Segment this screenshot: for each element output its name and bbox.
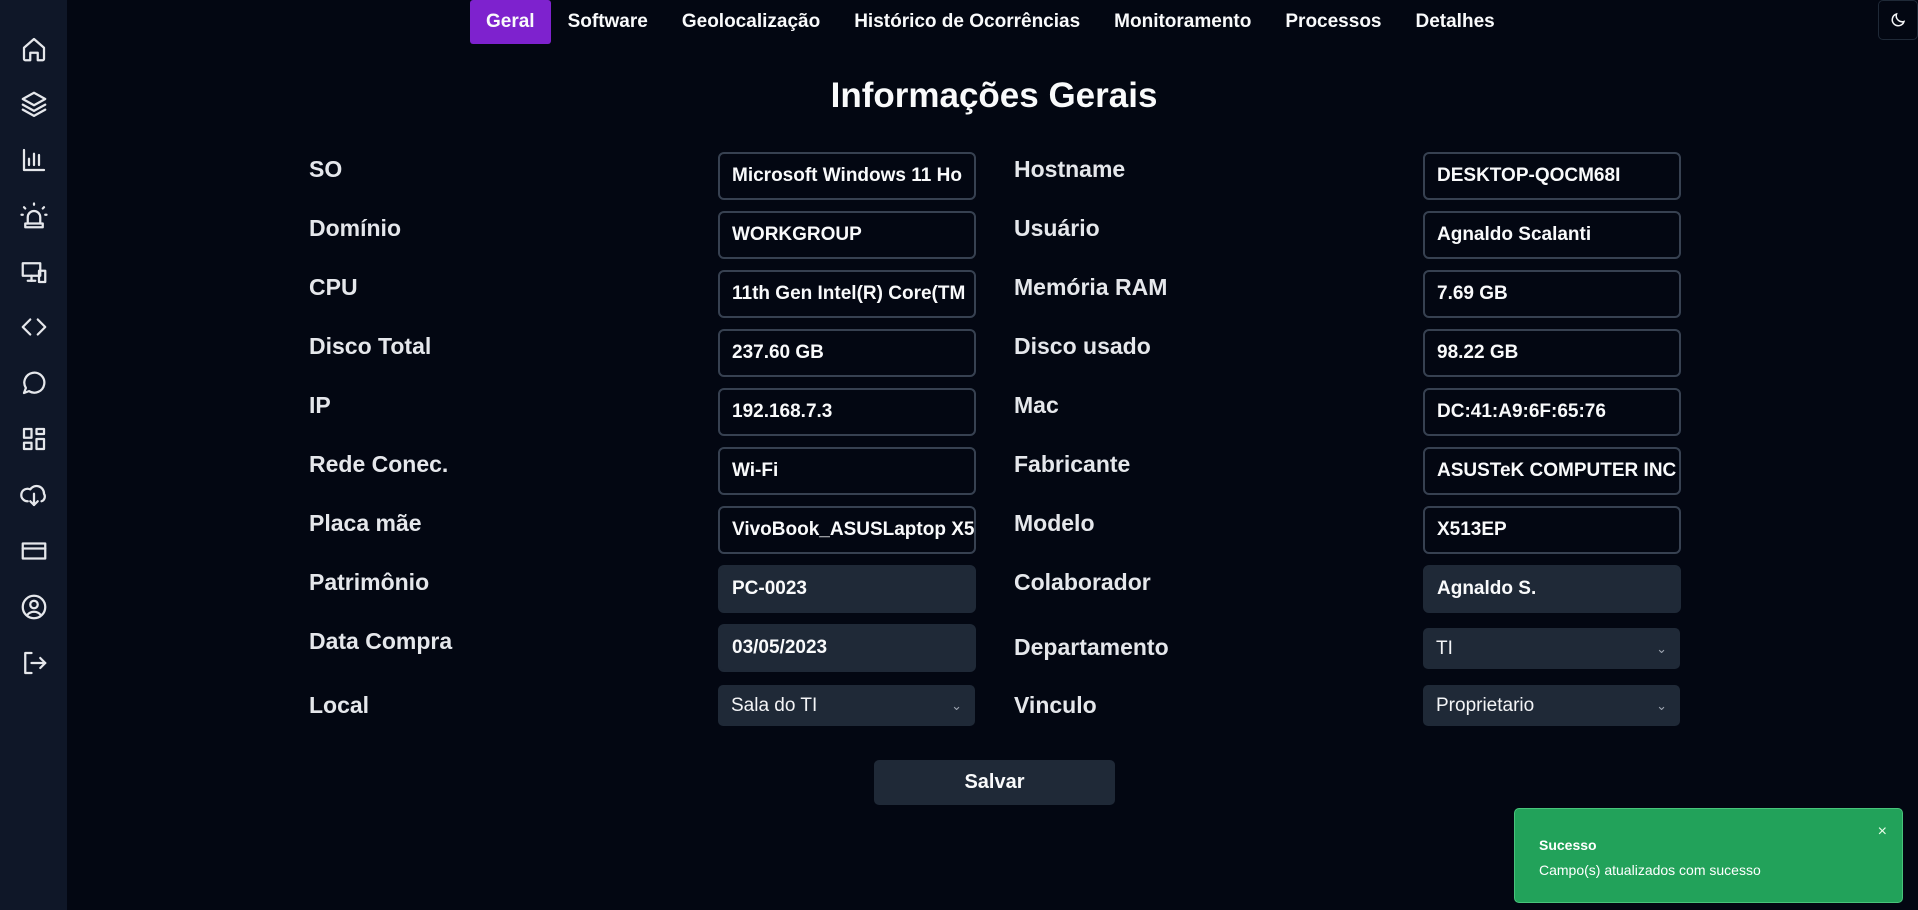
label-cpu: CPU <box>309 274 358 300</box>
vinculo-select-value: Proprietario <box>1436 694 1535 716</box>
label-so: SO <box>309 156 343 182</box>
chart-icon[interactable] <box>17 143 51 177</box>
tab-geolocalizacao[interactable]: Geolocalização <box>665 0 837 44</box>
ram-field[interactable]: 7.69 GB <box>1423 270 1681 318</box>
user-circle-icon[interactable] <box>17 590 51 624</box>
mac-field[interactable]: DC:41:A9:6F:65:76 <box>1423 388 1681 436</box>
download-cloud-icon[interactable] <box>17 478 51 512</box>
label-mac: Mac <box>1014 392 1059 418</box>
theme-toggle-button[interactable] <box>1878 0 1918 40</box>
chevron-down-icon: ⌄ <box>951 697 962 713</box>
tab-bar: Geral Software Geolocalização Histórico … <box>470 0 1512 44</box>
close-icon[interactable]: × <box>1878 823 1887 841</box>
label-local: Local <box>309 692 370 718</box>
label-placa: Placa mãe <box>309 510 422 536</box>
hostname-field[interactable]: DESKTOP-QOCM68I <box>1423 152 1681 200</box>
disco-total-field[interactable]: 237.60 GB <box>718 329 976 377</box>
local-select[interactable]: Sala do TI ⌄ <box>718 685 975 726</box>
ip-field[interactable]: 192.168.7.3 <box>718 388 976 436</box>
label-dominio: Domínio <box>309 215 401 241</box>
label-patrimonio: Patrimônio <box>309 569 430 595</box>
devices-icon[interactable] <box>17 255 51 289</box>
toast-message: Campo(s) atualizados com sucesso <box>1539 862 1761 878</box>
dominio-field[interactable]: WORKGROUP <box>718 211 976 259</box>
siren-icon[interactable] <box>17 199 51 233</box>
page-title: Informações Gerais <box>830 76 1158 115</box>
cpu-field[interactable]: 11th Gen Intel(R) Core(TM <box>718 270 976 318</box>
success-toast: Sucesso Campo(s) atualizados com sucesso… <box>1514 808 1903 903</box>
disco-usado-field[interactable]: 98.22 GB <box>1423 329 1681 377</box>
home-icon[interactable] <box>17 32 51 66</box>
credit-card-icon[interactable] <box>17 534 51 568</box>
label-ip: IP <box>309 392 331 418</box>
departamento-select[interactable]: TI ⌄ <box>1423 628 1680 669</box>
save-button[interactable]: Salvar <box>874 760 1115 805</box>
label-rede: Rede Conec. <box>309 451 449 477</box>
label-usuario: Usuário <box>1014 215 1100 241</box>
label-modelo: Modelo <box>1014 510 1095 536</box>
toast-title: Sucesso <box>1539 837 1597 853</box>
local-select-value: Sala do TI <box>731 694 818 716</box>
label-data-compra: Data Compra <box>309 628 453 654</box>
chevron-down-icon: ⌄ <box>1656 640 1667 656</box>
data-compra-field[interactable]: 03/05/2023 <box>718 624 976 672</box>
vinculo-select[interactable]: Proprietario ⌄ <box>1423 685 1680 726</box>
sidebar <box>0 0 67 910</box>
departamento-select-value: TI <box>1436 637 1453 659</box>
label-disco-usado: Disco usado <box>1014 333 1151 359</box>
logout-icon[interactable] <box>17 646 51 680</box>
tab-monitoramento[interactable]: Monitoramento <box>1097 0 1268 44</box>
patrimonio-field[interactable]: PC-0023 <box>718 565 976 613</box>
fabricante-field[interactable]: ASUSTeK COMPUTER INC <box>1423 447 1681 495</box>
moon-icon <box>1891 12 1906 27</box>
chevron-down-icon: ⌄ <box>1656 697 1667 713</box>
label-departamento: Departamento <box>1014 634 1169 660</box>
code-icon[interactable] <box>17 310 51 344</box>
tab-processos[interactable]: Processos <box>1268 0 1398 44</box>
tab-historico[interactable]: Histórico de Ocorrências <box>837 0 1097 44</box>
chat-icon[interactable] <box>17 366 51 400</box>
modelo-field[interactable]: X513EP <box>1423 506 1681 554</box>
rede-field[interactable]: Wi-Fi <box>718 447 976 495</box>
label-colaborador: Colaborador <box>1014 569 1151 595</box>
dashboard-icon[interactable] <box>17 422 51 456</box>
label-ram: Memória RAM <box>1014 274 1168 300</box>
label-disco-total: Disco Total <box>309 333 432 359</box>
tab-detalhes[interactable]: Detalhes <box>1399 0 1512 44</box>
label-hostname: Hostname <box>1014 156 1126 182</box>
tab-geral[interactable]: Geral <box>470 0 551 44</box>
label-fabricante: Fabricante <box>1014 451 1131 477</box>
label-vinculo: Vinculo <box>1014 692 1097 718</box>
placa-field[interactable]: VivoBook_ASUSLaptop X5 <box>718 506 976 554</box>
so-field[interactable]: Microsoft Windows 11 Ho <box>718 152 976 200</box>
usuario-field[interactable]: Agnaldo Scalanti <box>1423 211 1681 259</box>
tab-software[interactable]: Software <box>551 0 665 44</box>
colaborador-field[interactable]: Agnaldo S. <box>1423 565 1681 613</box>
